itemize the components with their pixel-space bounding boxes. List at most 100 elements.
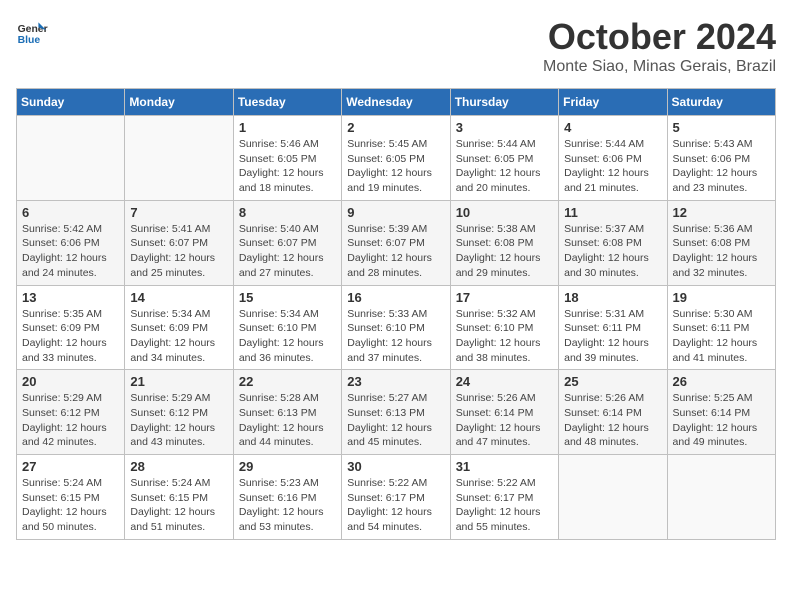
cell-content: Sunrise: 5:24 AM Sunset: 6:15 PM Dayligh…	[130, 476, 227, 535]
day-number: 24	[456, 374, 553, 389]
page-header: General Blue October 2024 Monte Siao, Mi…	[16, 16, 776, 76]
svg-text:General: General	[18, 24, 48, 35]
calendar-cell: 31 Sunrise: 5:22 AM Sunset: 6:17 PM Dayli…	[450, 455, 558, 540]
calendar-cell: 30 Sunrise: 5:22 AM Sunset: 6:17 PM Dayli…	[342, 455, 450, 540]
cell-content: Sunrise: 5:44 AM Sunset: 6:06 PM Dayligh…	[564, 137, 661, 196]
cell-content: Sunrise: 5:40 AM Sunset: 6:07 PM Dayligh…	[239, 222, 336, 281]
title-block: October 2024 Monte Siao, Minas Gerais, B…	[543, 16, 776, 76]
calendar-cell	[17, 116, 125, 201]
calendar-cell	[559, 455, 667, 540]
cell-content: Sunrise: 5:22 AM Sunset: 6:17 PM Dayligh…	[456, 476, 553, 535]
calendar-cell	[667, 455, 775, 540]
day-number: 23	[347, 374, 444, 389]
cell-content: Sunrise: 5:28 AM Sunset: 6:13 PM Dayligh…	[239, 391, 336, 450]
calendar-cell: 10 Sunrise: 5:38 AM Sunset: 6:08 PM Dayli…	[450, 200, 558, 285]
calendar-cell: 18 Sunrise: 5:31 AM Sunset: 6:11 PM Dayli…	[559, 285, 667, 370]
logo-icon: General Blue	[16, 16, 48, 48]
day-number: 20	[22, 374, 119, 389]
calendar-cell: 25Sunrise: 5:26 AM Sunset: 6:14 PM Dayli…	[559, 370, 667, 455]
cell-content: Sunrise: 5:22 AM Sunset: 6:17 PM Dayligh…	[347, 476, 444, 535]
cell-content: Sunrise: 5:43 AM Sunset: 6:06 PM Dayligh…	[673, 137, 770, 196]
calendar-cell: 14 Sunrise: 5:34 AM Sunset: 6:09 PM Dayli…	[125, 285, 233, 370]
calendar-week-row: 13Sunrise: 5:35 AM Sunset: 6:09 PM Dayli…	[17, 285, 776, 370]
calendar-cell: 5Sunrise: 5:43 AM Sunset: 6:06 PM Daylig…	[667, 116, 775, 201]
cell-content: Sunrise: 5:32 AM Sunset: 6:10 PM Dayligh…	[456, 307, 553, 366]
cell-content: Sunrise: 5:36 AM Sunset: 6:08 PM Dayligh…	[673, 222, 770, 281]
calendar-cell: 1Sunrise: 5:46 AM Sunset: 6:05 PM Daylig…	[233, 116, 341, 201]
day-header-thursday: Thursday	[450, 89, 558, 116]
calendar-cell: 13Sunrise: 5:35 AM Sunset: 6:09 PM Dayli…	[17, 285, 125, 370]
calendar-cell: 26 Sunrise: 5:25 AM Sunset: 6:14 PM Dayli…	[667, 370, 775, 455]
cell-content: Sunrise: 5:37 AM Sunset: 6:08 PM Dayligh…	[564, 222, 661, 281]
day-number: 10	[456, 205, 553, 220]
calendar-table: SundayMondayTuesdayWednesdayThursdayFrid…	[16, 88, 776, 540]
day-number: 26	[673, 374, 770, 389]
day-number: 25	[564, 374, 661, 389]
calendar-cell: 29 Sunrise: 5:23 AM Sunset: 6:16 PM Dayli…	[233, 455, 341, 540]
cell-content: Sunrise: 5:45 AM Sunset: 6:05 PM Dayligh…	[347, 137, 444, 196]
day-number: 28	[130, 459, 227, 474]
day-number: 19	[673, 290, 770, 305]
day-number: 30	[347, 459, 444, 474]
day-number: 2	[347, 120, 444, 135]
day-number: 6	[22, 205, 119, 220]
calendar-cell: 7 Sunrise: 5:41 AM Sunset: 6:07 PM Daylig…	[125, 200, 233, 285]
calendar-cell: 27 Sunrise: 5:24 AM Sunset: 6:15 PM Dayli…	[17, 455, 125, 540]
calendar-cell: 9 Sunrise: 5:39 AM Sunset: 6:07 PM Daylig…	[342, 200, 450, 285]
month-title: October 2024	[543, 16, 776, 58]
calendar-cell: 19 Sunrise: 5:30 AM Sunset: 6:11 PM Dayli…	[667, 285, 775, 370]
calendar-cell: 16Sunrise: 5:33 AM Sunset: 6:10 PM Dayli…	[342, 285, 450, 370]
day-number: 27	[22, 459, 119, 474]
calendar-cell: 11Sunrise: 5:37 AM Sunset: 6:08 PM Dayli…	[559, 200, 667, 285]
day-header-sunday: Sunday	[17, 89, 125, 116]
calendar-cell: 21Sunrise: 5:29 AM Sunset: 6:12 PM Dayli…	[125, 370, 233, 455]
cell-content: Sunrise: 5:25 AM Sunset: 6:14 PM Dayligh…	[673, 391, 770, 450]
day-number: 29	[239, 459, 336, 474]
day-number: 21	[130, 374, 227, 389]
cell-content: Sunrise: 5:44 AM Sunset: 6:05 PM Dayligh…	[456, 137, 553, 196]
day-number: 31	[456, 459, 553, 474]
logo: General Blue	[16, 16, 48, 48]
svg-text:Blue: Blue	[18, 35, 41, 46]
cell-content: Sunrise: 5:30 AM Sunset: 6:11 PM Dayligh…	[673, 307, 770, 366]
location: Monte Siao, Minas Gerais, Brazil	[543, 58, 776, 76]
calendar-header-row: SundayMondayTuesdayWednesdayThursdayFrid…	[17, 89, 776, 116]
cell-content: Sunrise: 5:34 AM Sunset: 6:09 PM Dayligh…	[130, 307, 227, 366]
day-number: 15	[239, 290, 336, 305]
day-number: 4	[564, 120, 661, 135]
day-number: 7	[130, 205, 227, 220]
day-header-friday: Friday	[559, 89, 667, 116]
calendar-week-row: 20 Sunrise: 5:29 AM Sunset: 6:12 PM Dayli…	[17, 370, 776, 455]
day-number: 12	[673, 205, 770, 220]
cell-content: Sunrise: 5:34 AM Sunset: 6:10 PM Dayligh…	[239, 307, 336, 366]
day-number: 18	[564, 290, 661, 305]
cell-content: Sunrise: 5:23 AM Sunset: 6:16 PM Dayligh…	[239, 476, 336, 535]
day-header-tuesday: Tuesday	[233, 89, 341, 116]
day-number: 9	[347, 205, 444, 220]
calendar-cell: 6 Sunrise: 5:42 AM Sunset: 6:06 PM Daylig…	[17, 200, 125, 285]
day-number: 3	[456, 120, 553, 135]
cell-content: Sunrise: 5:39 AM Sunset: 6:07 PM Dayligh…	[347, 222, 444, 281]
calendar-cell: 17 Sunrise: 5:32 AM Sunset: 6:10 PM Dayli…	[450, 285, 558, 370]
cell-content: Sunrise: 5:31 AM Sunset: 6:11 PM Dayligh…	[564, 307, 661, 366]
calendar-cell: 3 Sunrise: 5:44 AM Sunset: 6:05 PM Daylig…	[450, 116, 558, 201]
calendar-cell: 28 Sunrise: 5:24 AM Sunset: 6:15 PM Dayli…	[125, 455, 233, 540]
cell-content: Sunrise: 5:35 AM Sunset: 6:09 PM Dayligh…	[22, 307, 119, 366]
day-number: 22	[239, 374, 336, 389]
calendar-cell: 24Sunrise: 5:26 AM Sunset: 6:14 PM Dayli…	[450, 370, 558, 455]
cell-content: Sunrise: 5:41 AM Sunset: 6:07 PM Dayligh…	[130, 222, 227, 281]
calendar-cell: 22 Sunrise: 5:28 AM Sunset: 6:13 PM Dayli…	[233, 370, 341, 455]
calendar-cell: 2 Sunrise: 5:45 AM Sunset: 6:05 PM Daylig…	[342, 116, 450, 201]
cell-content: Sunrise: 5:29 AM Sunset: 6:12 PM Dayligh…	[22, 391, 119, 450]
day-number: 17	[456, 290, 553, 305]
cell-content: Sunrise: 5:27 AM Sunset: 6:13 PM Dayligh…	[347, 391, 444, 450]
cell-content: Sunrise: 5:24 AM Sunset: 6:15 PM Dayligh…	[22, 476, 119, 535]
calendar-body: 1Sunrise: 5:46 AM Sunset: 6:05 PM Daylig…	[17, 116, 776, 540]
cell-content: Sunrise: 5:38 AM Sunset: 6:08 PM Dayligh…	[456, 222, 553, 281]
day-number: 14	[130, 290, 227, 305]
calendar-cell	[125, 116, 233, 201]
day-number: 1	[239, 120, 336, 135]
cell-content: Sunrise: 5:33 AM Sunset: 6:10 PM Dayligh…	[347, 307, 444, 366]
cell-content: Sunrise: 5:42 AM Sunset: 6:06 PM Dayligh…	[22, 222, 119, 281]
calendar-cell: 20 Sunrise: 5:29 AM Sunset: 6:12 PM Dayli…	[17, 370, 125, 455]
